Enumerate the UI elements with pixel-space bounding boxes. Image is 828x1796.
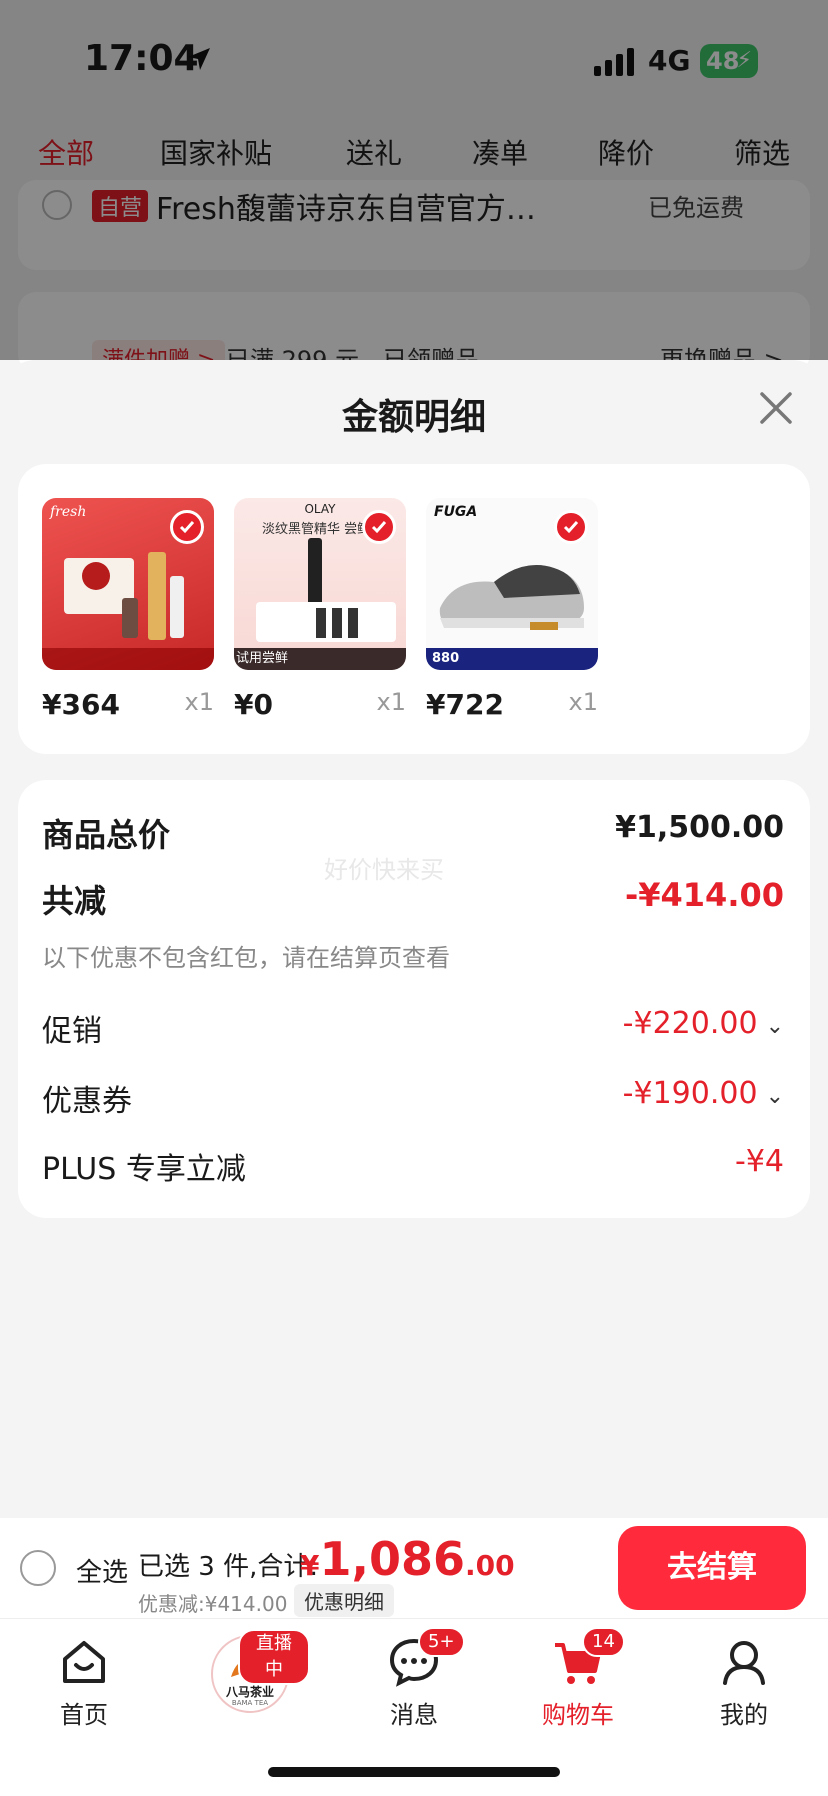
- product-brand: fresh: [50, 504, 87, 520]
- promotion-value: -¥220.00: [622, 1006, 758, 1041]
- price-summary-card: 好价快来买 商品总价 ¥1,500.00 共减 -¥414.00 以下优惠不包含…: [18, 780, 810, 1218]
- total-price-label: 商品总价: [42, 816, 171, 854]
- tab-live[interactable]: 八马茶业 BAMA TEA 直播中: [190, 1629, 310, 1713]
- tab-me-label: 我的: [720, 1701, 768, 1729]
- plus-discount-value: -¥4: [735, 1144, 784, 1179]
- trial-tag: 试用尝鲜: [236, 651, 289, 666]
- total-price-value: ¥1,500.00: [615, 810, 784, 845]
- select-all-checkbox[interactable]: [20, 1550, 56, 1586]
- product-quantity: x1: [184, 688, 214, 716]
- product-brand: FUGA: [434, 504, 478, 520]
- product-caption: 淡纹黑管精华 尝鲜: [262, 522, 371, 537]
- tab-cart[interactable]: 14 购物车: [518, 1627, 638, 1730]
- tab-me[interactable]: 我的: [684, 1635, 804, 1730]
- sample-vial-image: [332, 608, 342, 638]
- product-banner: [42, 648, 214, 670]
- amount-detail-sheet: 金额明细 fresh ¥364 x1 OLAY 淡纹黑管精华 尝鲜 试用尝鲜 ¥…: [0, 360, 828, 1520]
- bottle-image: [148, 552, 166, 640]
- plus-discount-label: PLUS 专享立减: [42, 1152, 246, 1187]
- live-brand-name: 八马茶业: [225, 1685, 274, 1699]
- product-quantity: x1: [376, 688, 406, 716]
- heart-decoration: [82, 562, 110, 590]
- chevron-down-icon: ⌄: [765, 1014, 784, 1039]
- tube-image: [170, 576, 184, 638]
- live-brand-sub: BAMA TEA: [231, 1699, 269, 1707]
- product-price: ¥0: [234, 688, 273, 721]
- total-reduction-value: -¥414.00: [624, 876, 784, 914]
- modal-backdrop[interactable]: [0, 0, 828, 360]
- selected-count: 已选 3 件,合计:: [138, 1552, 319, 1582]
- total-integer: 1,086: [319, 1532, 465, 1586]
- reduction-note: 以下优惠不包含红包，请在结算页查看: [42, 944, 450, 972]
- message-badge: 5+: [418, 1627, 465, 1657]
- live-badge: 直播中: [238, 1629, 310, 1685]
- discount-detail-button[interactable]: 优惠明细: [294, 1584, 394, 1617]
- close-icon[interactable]: [752, 384, 800, 432]
- tab-messages[interactable]: 5+ 消息: [354, 1627, 474, 1730]
- product-price: ¥722: [426, 688, 504, 721]
- tab-home[interactable]: 首页: [24, 1635, 144, 1730]
- total-amount: ¥1,086.00: [300, 1532, 515, 1586]
- shoe-image: [439, 565, 584, 630]
- product-caption: 880: [432, 651, 460, 666]
- checkout-button[interactable]: 去结算: [618, 1526, 806, 1610]
- watermark: 好价快来买: [324, 856, 444, 884]
- serum-bottle-image: [308, 538, 322, 606]
- product-thumbnail: fresh: [42, 498, 214, 670]
- tab-cart-label: 购物车: [542, 1701, 614, 1729]
- total-reduction-label: 共减: [42, 882, 107, 920]
- product-thumbnail: OLAY 淡纹黑管精华 尝鲜 试用尝鲜: [234, 498, 406, 670]
- home-icon: [63, 1641, 105, 1683]
- bottom-tab-bar: 首页 八马茶业 BAMA TEA 直播中 5+ 消息 14 购物车 我的: [0, 1618, 828, 1796]
- select-all-label[interactable]: 全选: [76, 1552, 128, 1589]
- tab-home-label: 首页: [60, 1701, 108, 1729]
- jar-image: [122, 598, 138, 638]
- tab-messages-label: 消息: [390, 1701, 438, 1729]
- coupon-value: -¥190.00: [622, 1076, 758, 1111]
- selected-check-icon[interactable]: [554, 510, 588, 544]
- total-decimal: .00: [465, 1549, 515, 1582]
- product-price: ¥364: [42, 688, 120, 721]
- coupon-row[interactable]: -¥190.00 ⌄: [623, 1076, 784, 1111]
- checkout-bar: 全选 已选 3 件,合计: ¥1,086.00 优惠减:¥414.00 优惠明细…: [0, 1518, 828, 1618]
- product-quantity: x1: [568, 688, 598, 716]
- sample-vial-image: [316, 608, 326, 638]
- sample-vial-image: [348, 608, 358, 638]
- discount-summary: 优惠减:¥414.00: [138, 1592, 288, 1616]
- selected-check-icon[interactable]: [362, 510, 396, 544]
- user-icon: [723, 1641, 765, 1685]
- currency-symbol: ¥: [300, 1549, 320, 1582]
- product-list-card: fresh ¥364 x1 OLAY 淡纹黑管精华 尝鲜 试用尝鲜 ¥0 x1 …: [18, 464, 810, 754]
- product-thumbnail: FUGA 880: [426, 498, 598, 670]
- coupon-label: 优惠券: [42, 1084, 132, 1119]
- selected-check-icon[interactable]: [170, 510, 204, 544]
- home-indicator: [268, 1767, 560, 1777]
- promotion-label: 促销: [42, 1014, 102, 1049]
- sheet-title: 金额明细: [341, 397, 486, 438]
- promotion-row[interactable]: -¥220.00 ⌄: [623, 1006, 784, 1041]
- cart-badge: 14: [582, 1627, 625, 1657]
- chevron-down-icon: ⌄: [765, 1084, 784, 1109]
- sample-box-image: [256, 602, 396, 642]
